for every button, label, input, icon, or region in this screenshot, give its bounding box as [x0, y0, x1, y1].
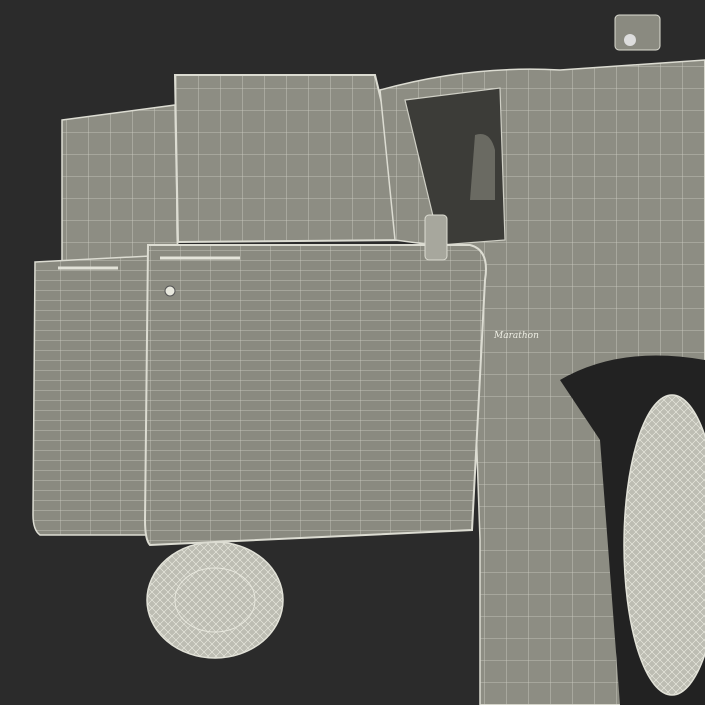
rear-wheel	[146, 541, 284, 659]
badge-text: Marathon	[493, 331, 539, 341]
front-door-window-frame	[173, 74, 417, 244]
front-door-open	[143, 244, 487, 547]
roof-light	[614, 14, 661, 51]
side-mirror	[424, 214, 448, 261]
door-lock-icon	[164, 285, 176, 297]
wireframe-car-render: Marathon	[0, 0, 705, 705]
